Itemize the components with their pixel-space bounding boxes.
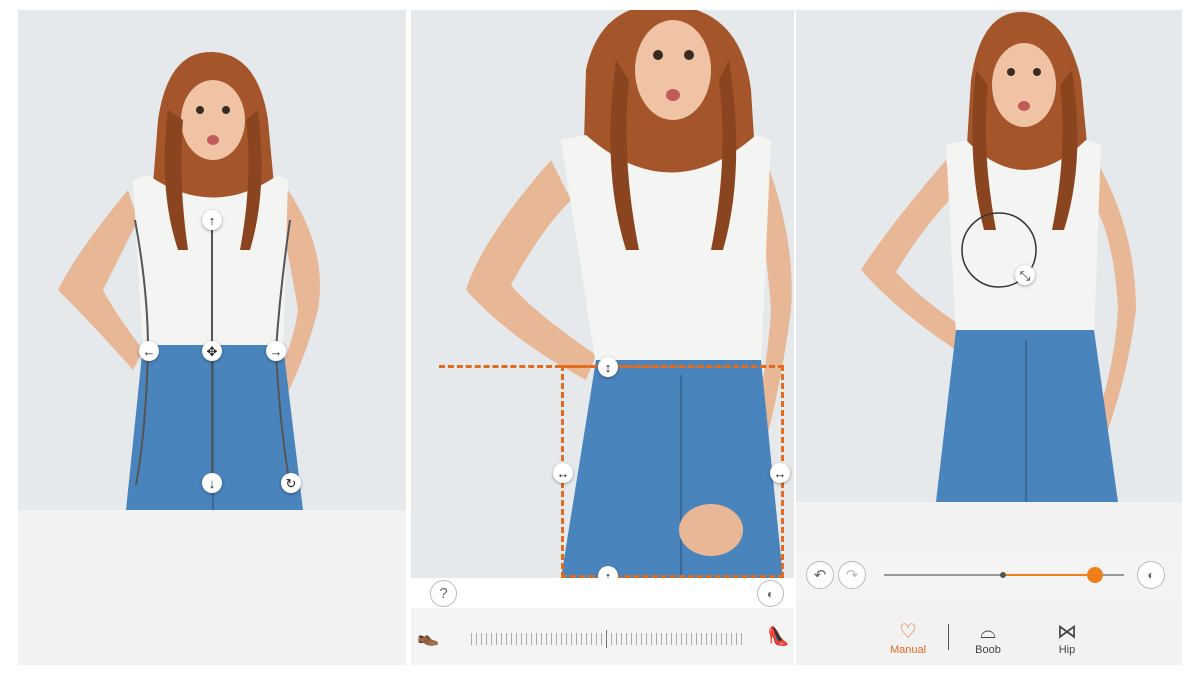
right-panel: ⤡ ↶ ↷ ◐ ♡ Manual ⌓ Boob ⋈ Hip bbox=[796, 10, 1182, 665]
ruler-tick bbox=[721, 633, 722, 645]
right-slider-bar: ↶ ↷ ◐ bbox=[796, 550, 1182, 600]
tab-bar: ♡ Manual ⌓ Boob ⋈ Hip bbox=[796, 610, 1182, 665]
ruler-tick bbox=[516, 633, 517, 645]
compare-icon-right[interactable]: ◐ bbox=[1137, 561, 1165, 589]
ruler-tick bbox=[666, 633, 667, 645]
ruler-tick bbox=[706, 633, 707, 645]
left-panel: ↑ ← ✥ → ↓ ↻ bbox=[18, 10, 406, 665]
arrow-right-handle[interactable]: → bbox=[266, 341, 286, 361]
ruler-tick bbox=[636, 633, 637, 645]
middle-panel: ↕ ↔ ↔ ↕ ? ◐ 👞 👠 bbox=[411, 10, 794, 665]
tab-hip-label: Hip bbox=[1058, 644, 1076, 656]
brush-resize-handle[interactable]: ⤡ bbox=[1015, 265, 1035, 285]
manual-bra-icon: ♡ bbox=[899, 621, 917, 643]
ruler-tick bbox=[546, 633, 547, 645]
ruler-tick bbox=[611, 633, 612, 645]
strength-slider-fill bbox=[1003, 574, 1096, 576]
tab-boob-label: Boob bbox=[975, 644, 1001, 656]
ruler-tick bbox=[731, 633, 732, 645]
ruler-tick bbox=[561, 633, 562, 645]
arrow-down-handle[interactable]: ↓ bbox=[202, 473, 222, 493]
ruler-tick bbox=[736, 633, 737, 645]
ruler-tick bbox=[491, 633, 492, 645]
redo-icon[interactable]: ↷ bbox=[838, 561, 866, 589]
ruler-tick bbox=[476, 633, 477, 645]
middle-action-bar: ? ◐ bbox=[411, 578, 794, 608]
ruler-tick bbox=[551, 633, 552, 645]
ruler-tick bbox=[686, 633, 687, 645]
photo-left: ↑ ← ✥ → ↓ ↻ bbox=[18, 10, 406, 510]
ruler-tick bbox=[651, 633, 652, 645]
horizontal-resize-handle-right[interactable]: ↔ bbox=[770, 463, 790, 483]
photo-middle: ↕ ↔ ↔ ↕ bbox=[411, 10, 794, 578]
arrow-left-handle[interactable]: ← bbox=[139, 341, 159, 361]
rotate-handle[interactable]: ↻ bbox=[281, 473, 301, 493]
ruler-tick bbox=[701, 633, 702, 645]
ruler-tick bbox=[591, 633, 592, 645]
ruler-tick bbox=[541, 633, 542, 645]
arrow-up-handle[interactable]: ↑ bbox=[202, 210, 222, 230]
ruler-tick bbox=[596, 633, 597, 645]
hip-icon: ⋈ bbox=[1057, 621, 1077, 643]
ruler-tick bbox=[741, 633, 742, 645]
ruler-tick bbox=[726, 633, 727, 645]
ruler-tick bbox=[626, 633, 627, 645]
ruler-tick bbox=[521, 633, 522, 645]
ruler-tick bbox=[671, 633, 672, 645]
ruler-tick bbox=[681, 633, 682, 645]
tab-boob[interactable]: ⌓ Boob bbox=[958, 620, 1018, 656]
bra-icon: ⌓ bbox=[980, 621, 996, 643]
ruler-tick bbox=[601, 633, 602, 645]
ruler-tick bbox=[471, 633, 472, 645]
height-slider-bar: 👞 👠 bbox=[411, 608, 794, 665]
tab-manual[interactable]: ♡ Manual bbox=[878, 620, 938, 656]
ruler-tick bbox=[656, 633, 657, 645]
ruler-tick bbox=[641, 633, 642, 645]
compare-icon[interactable]: ◐ bbox=[757, 580, 784, 607]
ruler-tick bbox=[661, 633, 662, 645]
flat-shoe-icon: 👞 bbox=[417, 626, 440, 646]
vertical-resize-handle-top[interactable]: ↕ bbox=[598, 357, 618, 377]
ruler-tick bbox=[581, 633, 582, 645]
ruler-tick bbox=[481, 633, 482, 645]
strength-slider-origin bbox=[1000, 572, 1006, 578]
ruler-tick bbox=[696, 633, 697, 645]
ruler-tick bbox=[646, 633, 647, 645]
horizontal-resize-handle-left[interactable]: ↔ bbox=[553, 463, 573, 483]
ruler-tick bbox=[711, 633, 712, 645]
ruler-tick bbox=[506, 633, 507, 645]
ruler-tick bbox=[616, 633, 617, 645]
ruler-tick bbox=[571, 633, 572, 645]
ruler-tick bbox=[526, 633, 527, 645]
strength-slider-knob[interactable] bbox=[1087, 567, 1104, 583]
ruler-tick bbox=[586, 633, 587, 645]
height-ruler-slider[interactable] bbox=[471, 629, 751, 649]
tab-manual-label: Manual bbox=[889, 644, 927, 656]
tab-separator bbox=[948, 624, 949, 650]
ruler-tick bbox=[486, 633, 487, 645]
move-handle[interactable]: ✥ bbox=[202, 341, 222, 361]
ruler-tick bbox=[496, 633, 497, 645]
ruler-tick bbox=[536, 633, 537, 645]
ruler-tick bbox=[716, 633, 717, 645]
help-button[interactable]: ? bbox=[430, 580, 457, 607]
high-heel-icon: 👠 bbox=[767, 626, 790, 646]
ruler-tick bbox=[631, 633, 632, 645]
person-illustration-right bbox=[861, 11, 1136, 502]
ruler-tick bbox=[576, 633, 577, 645]
ruler-tick bbox=[501, 633, 502, 645]
ruler-tick bbox=[511, 633, 512, 645]
ruler-tick bbox=[531, 633, 532, 645]
ruler-tick bbox=[556, 633, 557, 645]
ruler-tick bbox=[676, 633, 677, 645]
tab-hip[interactable]: ⋈ Hip bbox=[1037, 620, 1097, 656]
photo-right: ⤡ bbox=[796, 10, 1182, 502]
ruler-tick bbox=[566, 633, 567, 645]
undo-icon[interactable]: ↶ bbox=[806, 561, 834, 589]
ruler-tick bbox=[691, 633, 692, 645]
ruler-tick bbox=[606, 630, 607, 648]
selection-box[interactable] bbox=[561, 365, 784, 578]
ruler-tick bbox=[621, 633, 622, 645]
